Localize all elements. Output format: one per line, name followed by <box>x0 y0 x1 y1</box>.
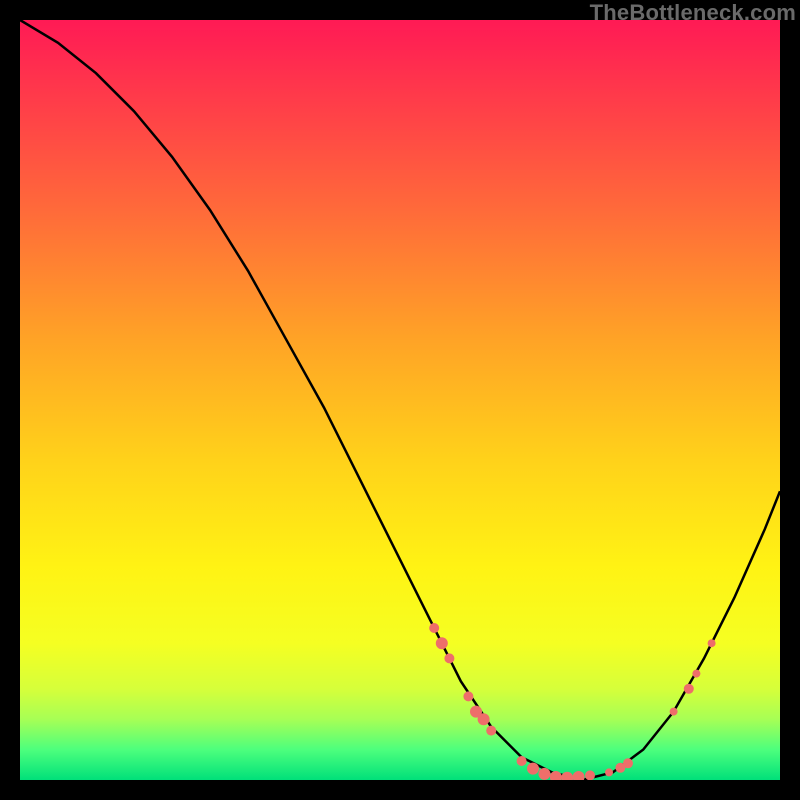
curve-marker <box>684 684 694 694</box>
curve-marker <box>561 772 573 780</box>
curve-marker <box>463 691 473 701</box>
curve-marker <box>605 768 613 776</box>
curve-marker <box>436 637 448 649</box>
curve-marker <box>573 771 585 780</box>
curve-marker <box>585 770 595 780</box>
curve-marker <box>708 639 716 647</box>
curve-marker <box>478 713 490 725</box>
curve-marker <box>444 653 454 663</box>
curve-marker <box>538 768 550 780</box>
bottleneck-curve <box>20 20 780 780</box>
curve-marker <box>623 758 633 768</box>
plot-area <box>20 20 780 780</box>
curve-marker <box>692 670 700 678</box>
curve-marker <box>527 763 539 775</box>
watermark-text: TheBottleneck.com <box>590 0 796 26</box>
curve-marker <box>486 726 496 736</box>
curve-marker <box>670 708 678 716</box>
curve-line <box>20 20 780 780</box>
curve-marker <box>429 623 439 633</box>
chart-frame: TheBottleneck.com <box>0 0 800 800</box>
curve-marker <box>517 756 527 766</box>
curve-markers <box>429 623 715 780</box>
